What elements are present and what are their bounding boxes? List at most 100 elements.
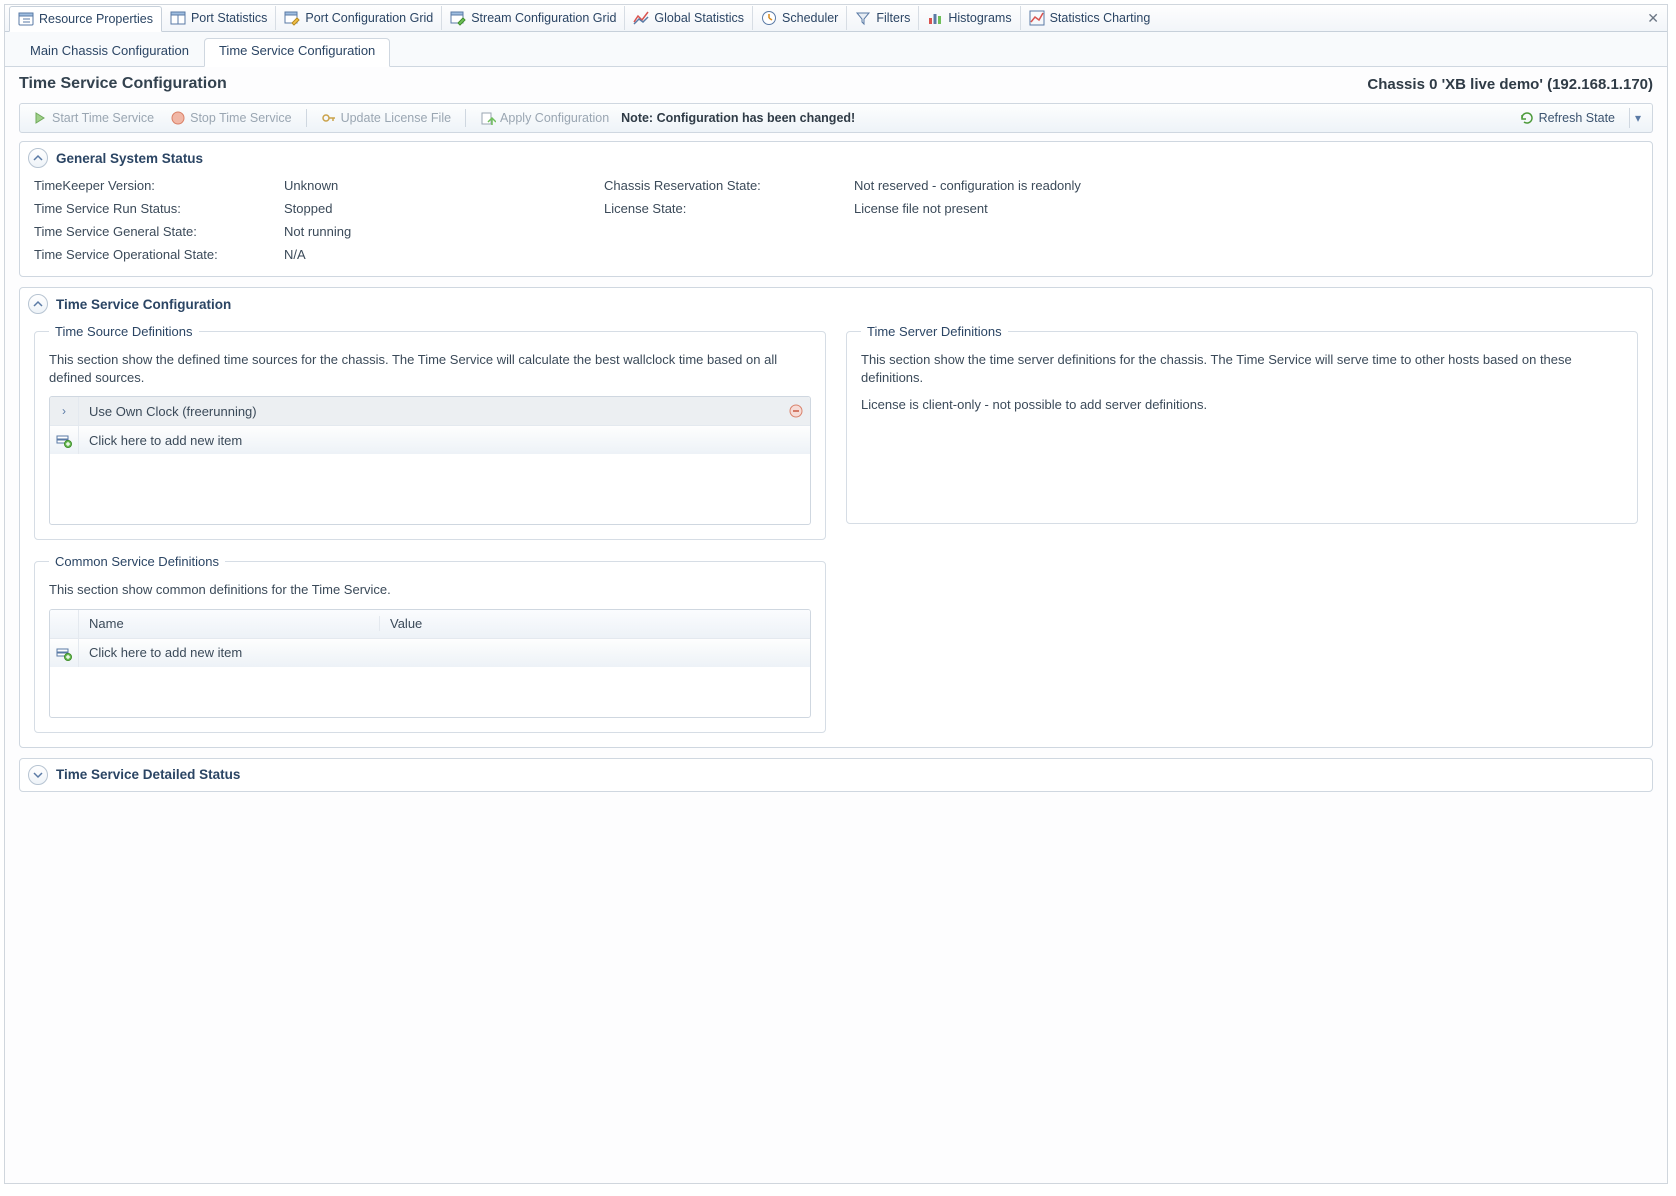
status-value: Stopped: [284, 201, 584, 216]
refresh-state-button[interactable]: Refresh State: [1513, 108, 1621, 128]
grid-icon: [170, 10, 186, 26]
refresh-dropdown-button[interactable]: ▾: [1629, 108, 1646, 128]
add-item-label: Click here to add new item: [79, 433, 810, 448]
tab-filters[interactable]: Filters: [847, 6, 919, 30]
remove-item-button[interactable]: [782, 403, 810, 419]
group-desc: This section show the defined time sourc…: [49, 351, 811, 386]
subtab-time-service[interactable]: Time Service Configuration: [204, 38, 390, 67]
tab-label: Histograms: [948, 11, 1011, 25]
time-server-group: Time Server Definitions This section sho…: [846, 324, 1638, 524]
time-source-group: Time Source Definitions This section sho…: [34, 324, 826, 540]
tab-label: Global Statistics: [654, 11, 744, 25]
page-header: Time Service Configuration Chassis 0 'XB…: [5, 67, 1667, 97]
group-legend: Time Source Definitions: [49, 324, 199, 339]
refresh-icon: [1519, 110, 1535, 126]
expand-button[interactable]: [28, 765, 48, 785]
button-label: Apply Configuration: [500, 111, 609, 125]
bar-chart-icon: [927, 10, 943, 26]
time-source-list: › Use Own Clock (freerunning): [49, 396, 811, 525]
status-value: N/A: [284, 247, 584, 262]
status-label: Chassis Reservation State:: [604, 178, 834, 193]
page-context: Chassis 0 'XB live demo' (192.168.1.170): [1367, 76, 1653, 93]
chevron-down-icon: [33, 770, 43, 780]
tab-label: Port Configuration Grid: [305, 11, 433, 25]
status-label: TimeKeeper Version:: [34, 178, 264, 193]
column-header-name[interactable]: Name: [79, 616, 380, 631]
stop-icon: [170, 110, 186, 126]
tab-stream-config-grid[interactable]: Stream Configuration Grid: [442, 6, 625, 30]
panel-title: Time Service Configuration: [56, 297, 231, 312]
status-label: Time Service Operational State:: [34, 247, 264, 262]
panel-title: Time Service Detailed Status: [56, 767, 240, 782]
add-item-row[interactable]: Click here to add new item: [50, 638, 810, 667]
tab-label: Port Statistics: [191, 11, 267, 25]
button-label: Refresh State: [1539, 111, 1615, 125]
apply-configuration-button[interactable]: Apply Configuration: [474, 108, 615, 128]
status-value: Unknown: [284, 178, 584, 193]
button-label: Start Time Service: [52, 111, 154, 125]
status-value: Not running: [284, 224, 584, 239]
chart-icon: [1029, 10, 1045, 26]
status-label: Time Service General State:: [34, 224, 264, 239]
group-desc: This section show common definitions for…: [49, 581, 811, 599]
start-time-service-button[interactable]: Start Time Service: [26, 108, 160, 128]
subtab-main-chassis[interactable]: Main Chassis Configuration: [15, 38, 204, 66]
column-header-value[interactable]: Value: [380, 616, 782, 631]
chevron-up-icon: [33, 299, 43, 309]
table-header: Name Value: [50, 610, 810, 638]
status-label: License State:: [604, 201, 834, 216]
chevron-up-icon: [33, 153, 43, 163]
tab-resource-properties[interactable]: Resource Properties: [9, 6, 162, 32]
grid-edit-icon: [284, 10, 300, 26]
button-label: Update License File: [341, 111, 451, 125]
common-service-list: Name Value Click here to add new item: [49, 609, 811, 718]
add-item-label: Click here to add new item: [79, 645, 810, 660]
status-value: License file not present: [854, 201, 1638, 216]
general-system-status-panel: General System Status TimeKeeper Version…: [19, 141, 1653, 277]
funnel-icon: [855, 10, 871, 26]
list-item-label: Use Own Clock (freerunning): [79, 404, 782, 419]
add-row-icon: [56, 645, 72, 661]
clock-icon: [761, 10, 777, 26]
close-button[interactable]: ✕: [1639, 10, 1667, 27]
collapse-button[interactable]: [28, 294, 48, 314]
chevron-down-icon: ▾: [1635, 111, 1641, 125]
tab-port-config-grid[interactable]: Port Configuration Grid: [276, 6, 442, 30]
app-window: Resource Properties Port Statistics Port…: [4, 4, 1668, 1184]
add-row-icon: [56, 432, 72, 448]
collapse-button[interactable]: [28, 148, 48, 168]
group-legend: Common Service Definitions: [49, 554, 225, 569]
tab-scheduler[interactable]: Scheduler: [753, 6, 847, 30]
add-item-row[interactable]: Click here to add new item: [50, 425, 810, 454]
tab-label: Statistics Charting: [1050, 11, 1151, 25]
tab-label: Resource Properties: [39, 12, 153, 26]
close-icon: ✕: [1647, 10, 1659, 26]
update-license-button[interactable]: Update License File: [315, 108, 457, 128]
subtab-label: Main Chassis Configuration: [30, 43, 189, 58]
subtab-label: Time Service Configuration: [219, 43, 375, 58]
properties-icon: [18, 11, 34, 27]
tab-label: Filters: [876, 11, 910, 25]
separator: [465, 109, 466, 127]
panel-title: General System Status: [56, 151, 203, 166]
tab-global-statistics[interactable]: Global Statistics: [625, 6, 753, 30]
config-sub-tabs: Main Chassis Configuration Time Service …: [5, 32, 1667, 67]
group-desc: This section show the time server defini…: [861, 351, 1623, 386]
list-item[interactable]: › Use Own Clock (freerunning): [50, 397, 810, 425]
tab-histograms[interactable]: Histograms: [919, 6, 1020, 30]
tab-port-statistics[interactable]: Port Statistics: [162, 6, 276, 30]
toolbar-note: Note: Configuration has been changed!: [621, 111, 855, 125]
status-grid: TimeKeeper Version: Unknown Chassis Rese…: [34, 178, 1638, 262]
top-tab-strip: Resource Properties Port Statistics Port…: [5, 5, 1667, 32]
key-icon: [321, 110, 337, 126]
separator: [306, 109, 307, 127]
remove-icon: [788, 403, 804, 419]
tab-statistics-charting[interactable]: Statistics Charting: [1021, 6, 1159, 30]
apply-icon: [480, 110, 496, 126]
page-title: Time Service Configuration: [19, 75, 227, 93]
detailed-status-panel: Time Service Detailed Status: [19, 758, 1653, 792]
tab-label: Stream Configuration Grid: [471, 11, 616, 25]
stop-time-service-button[interactable]: Stop Time Service: [164, 108, 297, 128]
chevron-right-icon: ›: [62, 404, 66, 418]
group-legend: Time Server Definitions: [861, 324, 1008, 339]
